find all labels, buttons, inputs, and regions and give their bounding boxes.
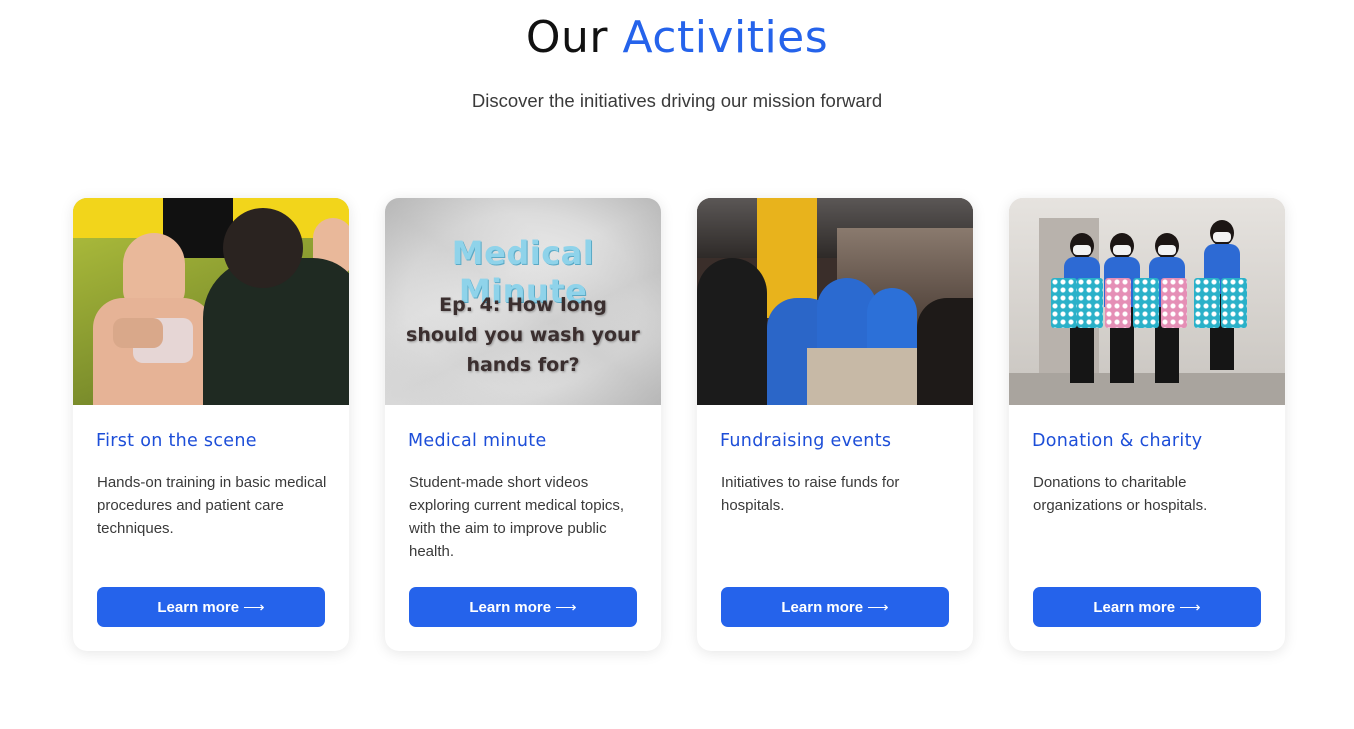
medical-minute-graphic: Medical Minute Ep. 4: How long should yo… — [385, 198, 661, 405]
activity-card-donation-charity: Donation & charity Donations to charitab… — [1009, 198, 1285, 651]
activity-cards: First on the scene Hands-on training in … — [73, 198, 1285, 651]
learn-more-button[interactable]: Learn more ⟶ — [1033, 587, 1261, 627]
card-title: Fundraising events — [720, 431, 892, 451]
card-description: Student-made short videos exploring curr… — [409, 474, 625, 560]
activities-section: Our Activities Discover the initiatives … — [0, 0, 1354, 729]
activity-card-first-on-the-scene: First on the scene Hands-on training in … — [73, 198, 349, 651]
learn-more-button[interactable]: Learn more ⟶ — [409, 587, 637, 627]
learn-more-label: Learn more — [157, 598, 240, 616]
arrow-right-icon: ⟶ — [1179, 599, 1201, 616]
graphic-subtitle: Ep. 4: How long should you wash your han… — [406, 294, 640, 376]
arrow-right-icon: ⟶ — [555, 599, 577, 616]
arrow-right-icon: ⟶ — [867, 599, 889, 616]
card-title: Donation & charity — [1032, 431, 1203, 451]
learn-more-label: Learn more — [469, 598, 552, 616]
learn-more-label: Learn more — [1093, 598, 1176, 616]
activity-card-medical-minute: Medical Minute Ep. 4: How long should yo… — [385, 198, 661, 651]
card-title: Medical minute — [408, 431, 547, 451]
learn-more-label: Learn more — [781, 598, 864, 616]
fundraising-photo — [697, 198, 973, 405]
section-title-plain: Our — [525, 12, 608, 63]
activity-card-fundraising-events: Fundraising events Initiatives to raise … — [697, 198, 973, 651]
cpr-training-photo — [73, 198, 349, 405]
card-description: Initiatives to raise funds for hospitals… — [721, 474, 900, 514]
learn-more-button[interactable]: Learn more ⟶ — [721, 587, 949, 627]
card-description: Hands-on training in basic medical proce… — [97, 474, 327, 537]
section-subtitle: Discover the initiatives driving our mis… — [471, 90, 883, 111]
arrow-right-icon: ⟶ — [243, 599, 265, 616]
section-title: Our Activities — [0, 12, 1354, 63]
card-description: Donations to charitable organizations or… — [1033, 474, 1208, 514]
donation-photo — [1009, 198, 1285, 405]
card-title: First on the scene — [96, 431, 257, 451]
learn-more-button[interactable]: Learn more ⟶ — [97, 587, 325, 627]
section-title-accent: Activities — [622, 12, 829, 63]
